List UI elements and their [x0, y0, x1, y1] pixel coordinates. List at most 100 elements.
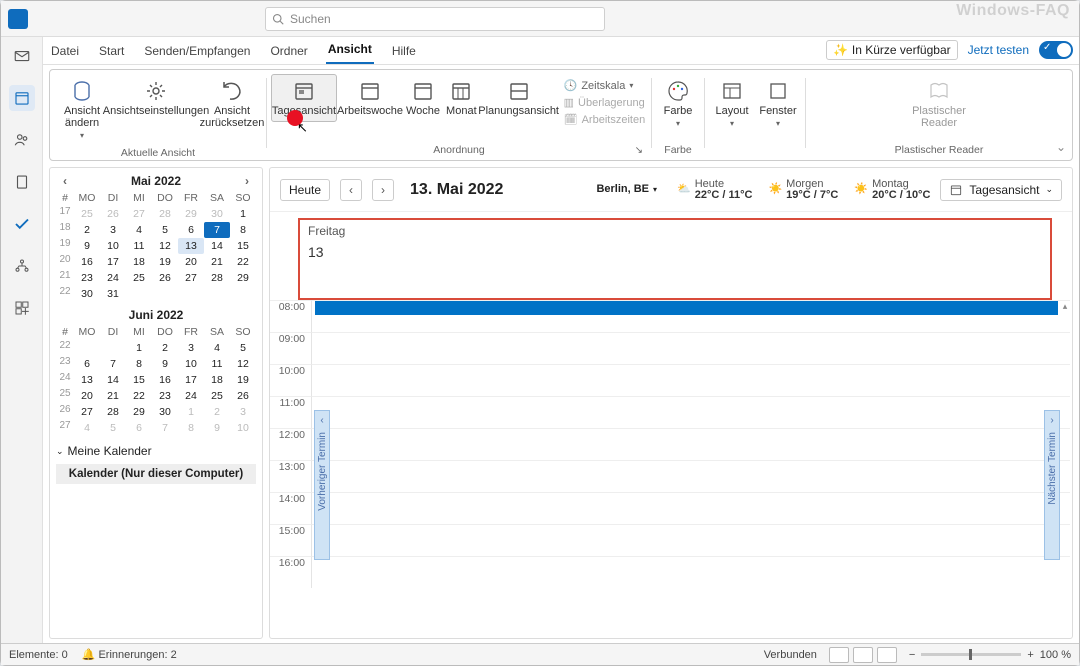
day-cell[interactable]: 14 [100, 372, 126, 388]
rail-apps-icon[interactable] [9, 295, 35, 321]
day-cell[interactable]: 7 [152, 420, 178, 436]
tab-help[interactable]: Hilfe [390, 40, 418, 64]
day-cell[interactable]: 9 [74, 238, 100, 254]
day-cell[interactable]: 9 [152, 356, 178, 372]
calendar-item[interactable]: Kalender (Nur dieser Computer) [56, 464, 256, 484]
day-cell[interactable]: 5 [100, 420, 126, 436]
day-cell[interactable]: 5 [230, 340, 256, 356]
tab-view[interactable]: Ansicht [326, 38, 374, 64]
day-cell[interactable]: 18 [204, 372, 230, 388]
hour-slot[interactable] [312, 524, 1070, 556]
time-scale-button[interactable]: 🕓Zeitskala▾ [560, 78, 650, 93]
status-reminders[interactable]: 🔔 Erinnerungen: 2 [82, 648, 177, 661]
day-cell[interactable]: 23 [152, 388, 178, 404]
day-cell[interactable]: 24 [100, 270, 126, 286]
color-button[interactable]: Farbe ▾ [656, 74, 700, 133]
day-cell[interactable]: 28 [152, 206, 178, 222]
day-cell[interactable]: 8 [178, 420, 204, 436]
day-cell[interactable]: 6 [126, 420, 152, 436]
day-cell[interactable]: 20 [178, 254, 204, 270]
hour-slot[interactable] [312, 460, 1070, 492]
prev-month-button[interactable]: ‹ [58, 174, 72, 188]
day-cell[interactable]: 1 [230, 206, 256, 222]
day-cell[interactable]: 24 [178, 388, 204, 404]
prev-appointment-peek[interactable]: ‹ Vorheriger Termin [314, 410, 330, 560]
month-button[interactable]: Monat [443, 74, 480, 122]
tab-start[interactable]: Start [97, 40, 126, 64]
rail-orgchart-icon[interactable] [9, 253, 35, 279]
day-cell[interactable]: 26 [100, 206, 126, 222]
day-cell[interactable]: 16 [74, 254, 100, 270]
prev-day-button[interactable]: ‹ [340, 179, 362, 201]
day-cell[interactable]: 5 [152, 222, 178, 238]
change-view-button[interactable]: Ansicht ändern ▾ [54, 74, 110, 145]
day-cell[interactable]: 1 [126, 340, 152, 356]
day-cell[interactable]: 19 [230, 372, 256, 388]
day-cell[interactable]: 27 [126, 206, 152, 222]
day-cell[interactable]: 29 [230, 270, 256, 286]
rail-todo-icon[interactable] [9, 211, 35, 237]
day-cell[interactable]: 7 [204, 222, 230, 238]
day-cell[interactable]: 18 [126, 254, 152, 270]
day-cell[interactable]: 3 [100, 222, 126, 238]
day-cell[interactable]: 27 [178, 270, 204, 286]
day-cell[interactable]: 10 [178, 356, 204, 372]
dialog-launcher-icon[interactable]: ↘ [635, 145, 643, 156]
rail-people-icon[interactable] [9, 127, 35, 153]
view-switcher[interactable] [829, 647, 897, 663]
day-cell[interactable]: 3 [230, 404, 256, 420]
weather-day[interactable]: ☀️Morgen19°C / 7°C [768, 179, 838, 201]
vertical-scrollbar[interactable]: ▴ [1060, 300, 1070, 638]
day-cell[interactable]: 6 [74, 356, 100, 372]
day-cell[interactable]: 22 [230, 254, 256, 270]
day-cell[interactable]: 6 [178, 222, 204, 238]
collapse-ribbon-icon[interactable]: ⌄ [1056, 140, 1066, 154]
day-cell[interactable]: 10 [100, 238, 126, 254]
day-cell[interactable]: 11 [126, 238, 152, 254]
day-cell[interactable]: 2 [152, 340, 178, 356]
window-button[interactable]: Fenster ▾ [755, 74, 801, 133]
day-cell[interactable]: 13 [74, 372, 100, 388]
day-cell[interactable]: 17 [100, 254, 126, 270]
day-cell[interactable]: 21 [204, 254, 230, 270]
time-grid[interactable]: 08:0009:0010:0011:0012:0013:0014:0015:00… [270, 300, 1070, 638]
day-cell[interactable]: 28 [204, 270, 230, 286]
day-cell[interactable]: 2 [204, 404, 230, 420]
weather-day[interactable]: ⛅Heute22°C / 11°C [677, 179, 752, 201]
day-cell[interactable]: 30 [152, 404, 178, 420]
day-cell[interactable]: 4 [126, 222, 152, 238]
day-cell[interactable]: 21 [100, 388, 126, 404]
day-cell[interactable]: 29 [126, 404, 152, 420]
search-input[interactable]: Suchen [265, 7, 605, 31]
next-month-button[interactable]: › [240, 174, 254, 188]
rail-notes-icon[interactable] [9, 169, 35, 195]
day-cell[interactable]: 8 [230, 222, 256, 238]
day-cell[interactable]: 13 [178, 238, 204, 254]
day-cell[interactable]: 4 [74, 420, 100, 436]
view-btn-3[interactable] [877, 647, 897, 663]
view-btn-2[interactable] [853, 647, 873, 663]
view-selector[interactable]: Tagesansicht ⌄ [940, 179, 1062, 201]
try-now-toggle[interactable]: ✓ [1039, 41, 1073, 59]
day-cell[interactable]: 9 [204, 420, 230, 436]
view-btn-1[interactable] [829, 647, 849, 663]
day-cell[interactable]: 22 [126, 388, 152, 404]
tab-send-receive[interactable]: Senden/Empfangen [142, 40, 252, 64]
day-view-button[interactable]: Tagesansicht [271, 74, 337, 122]
day-cell[interactable]: 29 [178, 206, 204, 222]
planning-view-button[interactable]: Planungsansicht [480, 74, 558, 122]
hour-slot[interactable] [312, 428, 1070, 460]
day-cell[interactable]: 11 [204, 356, 230, 372]
try-now-link[interactable]: Jetzt testen [968, 43, 1029, 57]
coming-soon-button[interactable]: ✨ In Kürze verfügbar [826, 40, 958, 60]
day-cell[interactable]: 31 [100, 286, 126, 302]
day-cell[interactable]: 20 [74, 388, 100, 404]
scroll-up-icon[interactable]: ▴ [1060, 300, 1070, 312]
day-cell[interactable]: 28 [100, 404, 126, 420]
zoom-plus-icon[interactable]: + [1027, 649, 1033, 661]
day-cell[interactable]: 14 [204, 238, 230, 254]
day-cell[interactable]: 23 [74, 270, 100, 286]
hour-slot[interactable] [312, 492, 1070, 524]
day-cell[interactable]: 7 [100, 356, 126, 372]
day-cell[interactable]: 17 [178, 372, 204, 388]
